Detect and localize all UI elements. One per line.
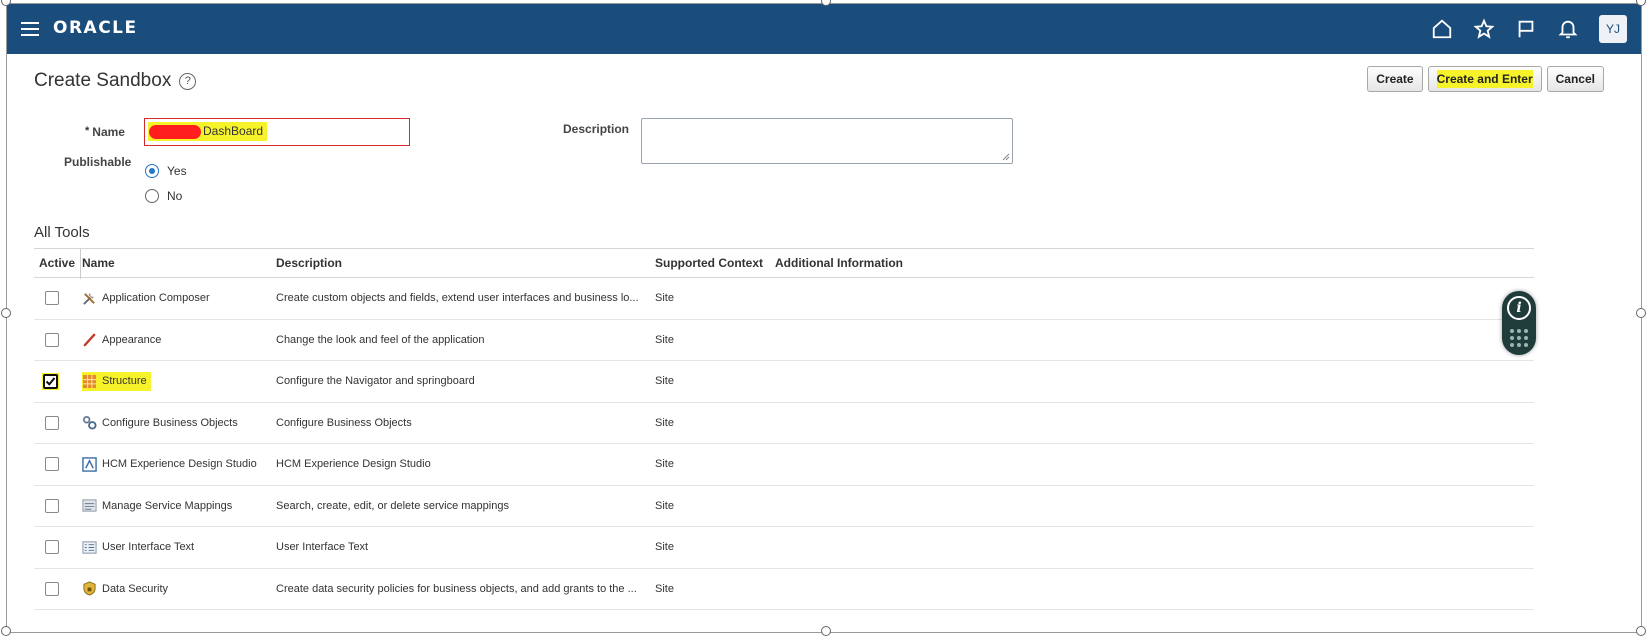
active-checkbox[interactable]	[45, 415, 59, 430]
selection-handle	[1636, 626, 1646, 636]
active-checkbox[interactable]	[45, 291, 59, 306]
table-row: Appearance Change the look and feel of t…	[34, 320, 1534, 361]
cancel-button[interactable]: Cancel	[1546, 66, 1604, 92]
table-row: HCM Experience Design Studio HCM Experie…	[34, 444, 1534, 486]
radio-empty-icon[interactable]	[145, 189, 159, 203]
user-avatar[interactable]: YJ	[1599, 15, 1627, 43]
name-field[interactable]: DashBoard	[144, 118, 410, 146]
page-title: Create Sandbox ?	[34, 70, 197, 92]
col-additional-info[interactable]: Additional Information	[775, 256, 1534, 270]
mapping-icon	[82, 499, 97, 512]
resize-handle-icon[interactable]	[1002, 153, 1010, 161]
active-checkbox[interactable]	[45, 332, 59, 347]
all-tools-heading: All Tools	[34, 224, 90, 241]
col-description[interactable]: Description	[276, 256, 655, 270]
table-row: Manage Service Mappings Search, create, …	[34, 486, 1534, 527]
col-context[interactable]: Supported Context	[655, 256, 775, 270]
home-icon[interactable]	[1427, 14, 1457, 44]
active-checkbox[interactable]	[45, 498, 59, 513]
publishable-no-radio[interactable]: No	[145, 189, 182, 203]
name-label: * Name	[85, 125, 125, 139]
table-header: Active Name Description Supported Contex…	[34, 248, 1534, 279]
page-title-text: Create Sandbox	[34, 70, 172, 91]
col-active[interactable]: Active	[34, 256, 82, 270]
gears-icon	[82, 416, 97, 430]
help-icon[interactable]: ?	[179, 72, 197, 90]
global-header: ORACLE YJ	[7, 4, 1641, 54]
tools-icon	[83, 292, 95, 305]
active-checkbox-checked[interactable]	[43, 373, 58, 389]
design-studio-icon	[82, 456, 97, 472]
text-list-icon	[82, 541, 97, 554]
oracle-logo: ORACLE	[53, 18, 138, 38]
app-frame: ORACLE YJ Create Sandbox ? Create Create…	[6, 3, 1642, 633]
create-button[interactable]: Create	[1367, 66, 1423, 92]
brush-icon	[83, 333, 96, 347]
table-row: Application Composer Create custom objec…	[34, 278, 1534, 320]
bell-icon[interactable]	[1553, 14, 1583, 44]
redaction-mark	[149, 124, 201, 139]
help-widget[interactable]: i	[1502, 291, 1536, 355]
active-checkbox[interactable]	[45, 540, 59, 555]
selection-handle	[1, 308, 11, 318]
grid-icon	[82, 374, 97, 388]
menu-icon[interactable]	[21, 22, 39, 36]
flag-icon[interactable]	[1511, 14, 1541, 44]
star-icon[interactable]	[1469, 14, 1499, 44]
publishable-label: Publishable	[64, 155, 132, 169]
description-field[interactable]	[641, 118, 1013, 164]
table-row: Data Security Create data security polic…	[34, 569, 1534, 610]
active-checkbox[interactable]	[45, 457, 59, 472]
table-row: User Interface Text User Interface Text …	[34, 527, 1534, 569]
selection-handle	[1636, 308, 1646, 318]
publishable-yes-radio[interactable]: Yes	[145, 164, 187, 178]
action-buttons: Create Create and Enter Cancel	[1362, 66, 1604, 92]
col-name[interactable]: Name	[82, 256, 276, 270]
apps-grid-icon[interactable]	[1510, 329, 1528, 347]
create-and-enter-button[interactable]: Create and Enter	[1427, 66, 1542, 92]
selection-handle	[821, 626, 831, 636]
selection-handle	[1636, 0, 1646, 6]
active-checkbox[interactable]	[45, 581, 59, 596]
description-label: Description	[563, 122, 630, 136]
tools-table: Active Name Description Supported Contex…	[34, 248, 1534, 610]
info-icon[interactable]: i	[1507, 296, 1531, 320]
table-row: Structure Configure the Navigator and sp…	[34, 361, 1534, 403]
radio-selected-icon[interactable]	[145, 164, 159, 178]
table-row: Configure Business Objects Configure Bus…	[34, 403, 1534, 444]
checkmark-icon	[45, 377, 56, 386]
selection-handle	[1, 626, 11, 636]
shield-icon	[83, 581, 96, 596]
